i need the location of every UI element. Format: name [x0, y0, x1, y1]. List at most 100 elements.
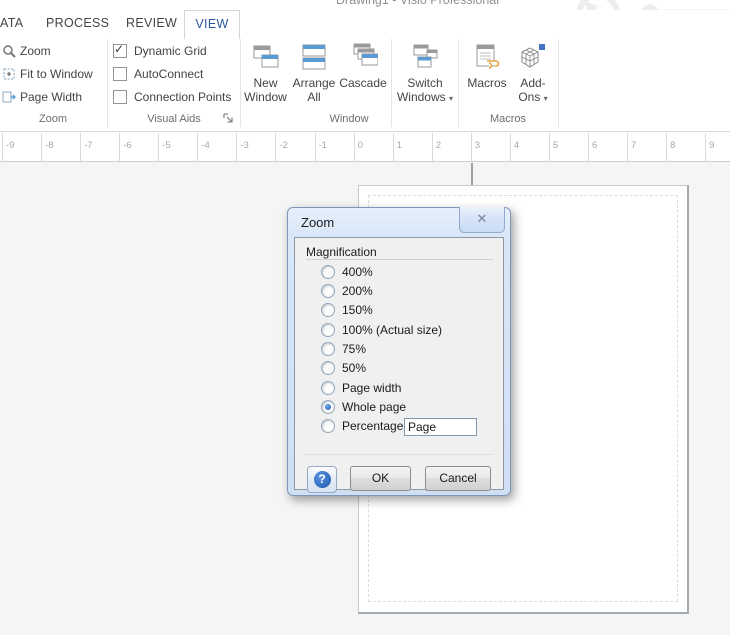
ruler-tick-label: -6 [123, 140, 131, 151]
magnification-option[interactable]: 100% (Actual size) [321, 320, 442, 339]
ruler-tick: 0 [354, 133, 393, 161]
window-group-label: Window [299, 113, 399, 125]
magnification-option[interactable]: 200% [321, 281, 442, 300]
radio-button-icon[interactable] [321, 342, 335, 356]
magnification-option[interactable]: 50% [321, 359, 442, 378]
ruler-tick-label: 0 [358, 140, 363, 151]
button-label-line1: Macros [462, 76, 512, 90]
ruler-tick-label: -5 [162, 140, 170, 151]
button-label-line2-text: Windows [397, 90, 446, 104]
radio-button-icon[interactable] [321, 400, 335, 414]
magnification-option-label: Whole page [342, 400, 406, 414]
ruler-tick-label: 8 [670, 140, 675, 151]
tab-review[interactable]: REVIEW [126, 10, 177, 36]
dropdown-arrow-icon [544, 94, 548, 103]
ruler-tick-label: -2 [279, 140, 287, 151]
ruler-tick: 1 [393, 133, 432, 161]
group-separator [107, 39, 108, 127]
add-ons-icon [518, 42, 548, 72]
ok-button[interactable]: OK [350, 466, 411, 491]
button-label-line1: Arrange [290, 76, 338, 90]
ruler-tick: 7 [627, 133, 666, 161]
ruler-tick-label: -3 [240, 140, 248, 151]
button-label-line1: Switch [394, 76, 456, 90]
close-icon[interactable]: ✕ [459, 207, 505, 233]
new-window-button[interactable]: New Window [243, 40, 288, 126]
magnification-options: 400% 200% 150% 100% (Actual size [321, 262, 442, 436]
visual-aid-checkbox-row[interactable]: AutoConnect [113, 65, 243, 82]
radio-button-icon[interactable] [321, 284, 335, 298]
macros-icon [472, 42, 502, 72]
ruler-tick-label: 1 [397, 140, 402, 151]
fit-to-window-button[interactable]: Fit to Window [2, 65, 93, 82]
ruler-tick: -3 [236, 133, 275, 161]
radio-button-icon[interactable] [321, 303, 335, 317]
visual-aids-dialog-launcher-icon[interactable] [222, 112, 235, 125]
help-button[interactable]: ? [307, 466, 337, 493]
ruler-tick-label: -8 [45, 140, 53, 151]
ruler-tick: 5 [549, 133, 588, 161]
zoom-group-label: Zoom [18, 113, 88, 125]
new-window-icon [251, 42, 281, 72]
ruler-tick: -8 [41, 133, 80, 161]
tab-data[interactable]: ATA [0, 10, 23, 36]
radio-button-icon[interactable] [321, 323, 335, 337]
tab-view[interactable]: VIEW [184, 10, 240, 39]
button-label-line2: Windows [394, 90, 456, 106]
ruler-tick-label: -4 [201, 140, 209, 151]
arrange-all-icon [299, 42, 329, 72]
ruler-tick: -2 [275, 133, 314, 161]
checkbox-icon[interactable] [113, 44, 127, 58]
ruler-tick: 8 [666, 133, 705, 161]
magnification-option-label: 100% (Actual size) [342, 323, 442, 337]
magnification-option[interactable]: 75% [321, 339, 442, 358]
radio-button-icon[interactable] [321, 419, 335, 433]
radio-button-icon[interactable] [321, 381, 335, 395]
visual-aids-group-label: Visual Aids [124, 113, 224, 125]
magnification-option[interactable]: Page width [321, 378, 442, 397]
button-label-line2: All [290, 90, 338, 104]
zoom-dialog-title[interactable]: Zoom [301, 215, 334, 230]
fit-to-window-label: Fit to Window [20, 67, 93, 81]
zoom-button[interactable]: Zoom [2, 42, 51, 59]
magnification-option[interactable]: Whole page [321, 397, 442, 416]
checkbox-icon[interactable] [113, 90, 127, 104]
magnification-option-label: 150% [342, 303, 373, 317]
magnification-group-label: Magnification [306, 245, 381, 259]
ruler-tick-label: 5 [553, 140, 558, 151]
ruler-tick: 2 [432, 133, 471, 161]
visual-aid-checkbox-row[interactable]: Connection Points [113, 88, 243, 105]
page-width-button[interactable]: Page Width [2, 88, 82, 105]
ruler-tick: 6 [588, 133, 627, 161]
ruler-tick: 9 [705, 133, 730, 161]
tab-process[interactable]: PROCESS [46, 10, 109, 36]
button-label-line1: New [243, 76, 288, 90]
magnification-option[interactable]: 400% [321, 262, 442, 281]
ruler-tick: -4 [197, 133, 236, 161]
radio-button-icon[interactable] [321, 265, 335, 279]
groupbox-border [306, 259, 493, 260]
ruler-tick-label: 2 [436, 140, 441, 151]
visual-aid-checkbox-row[interactable]: Dynamic Grid [113, 42, 243, 59]
ruler-track: -9 -8 -7 -6 -5 -4 -3 -2 -1 0 1 2 [2, 133, 730, 161]
zoom-button-label: Zoom [20, 44, 51, 58]
group-separator [240, 39, 241, 127]
percentage-input[interactable] [404, 418, 477, 436]
ruler-tick: -1 [315, 133, 354, 161]
ribbon-tab-bar: ATA PROCESS REVIEW VIEW [0, 10, 730, 37]
ruler-tick-label: -1 [319, 140, 327, 151]
fit-to-window-icon [2, 67, 16, 81]
visual-aids-checkboxes: Dynamic Grid AutoConnect Connection Poin… [113, 42, 243, 111]
ribbon: Zoom Fit to Window Page Width Zoom [0, 36, 730, 132]
ruler-tick-label: 4 [514, 140, 519, 151]
radio-button-icon[interactable] [321, 361, 335, 375]
ruler-tick-label: 6 [592, 140, 597, 151]
magnification-option-label: 200% [342, 284, 373, 298]
page-width-icon [2, 90, 16, 104]
switch-windows-button[interactable]: Switch Windows [394, 40, 456, 126]
cancel-button[interactable]: Cancel [425, 466, 491, 491]
checkbox-icon[interactable] [113, 67, 127, 81]
switch-windows-icon [410, 42, 440, 72]
checkbox-label: Dynamic Grid [134, 44, 207, 58]
magnification-option[interactable]: 150% [321, 301, 442, 320]
